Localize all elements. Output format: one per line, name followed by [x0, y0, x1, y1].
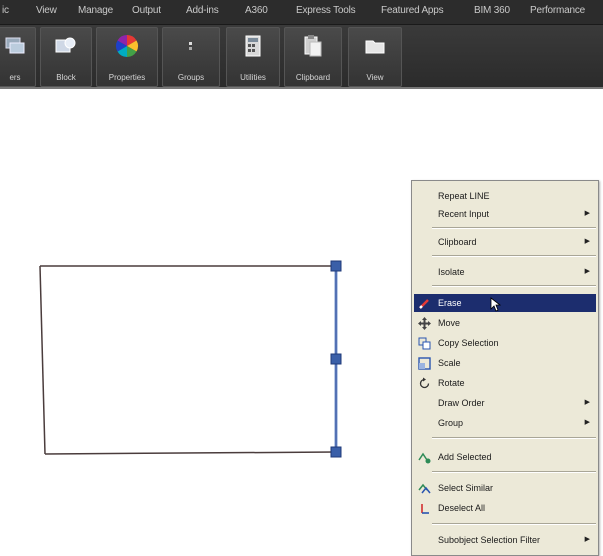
- select-similar-icon: [418, 483, 431, 494]
- tab-performance[interactable]: Performance: [530, 5, 585, 16]
- menu-item-label: Erase: [438, 298, 462, 308]
- deselect-icon: [421, 504, 429, 514]
- menu-item-label: Clipboard: [438, 237, 477, 247]
- tab-featured-apps[interactable]: Featured Apps: [381, 5, 444, 16]
- block-label: Block: [56, 73, 76, 82]
- menu-separator: [432, 437, 596, 439]
- grip-endpoint-bottom[interactable]: [330, 446, 342, 458]
- menu-item-deselect-all[interactable]: Deselect All: [414, 499, 596, 517]
- menu-item-recent-input[interactable]: Recent Input ▶: [414, 205, 596, 223]
- ribbon-tab-bar: ic View Manage Output Add-ins A360 Expre…: [0, 0, 603, 25]
- bottom-line[interactable]: [44, 451, 337, 455]
- menu-item-label: Isolate: [438, 267, 465, 277]
- copy-icon: [418, 337, 431, 350]
- tab-express-tools[interactable]: Express Tools: [296, 5, 356, 16]
- menu-item-add-selected[interactable]: Add Selected: [414, 448, 596, 466]
- groups-icon: [189, 42, 192, 50]
- tab-output[interactable]: Output: [132, 5, 161, 16]
- menu-item-label: Repeat LINE: [438, 191, 490, 201]
- menu-item-move[interactable]: Move: [414, 314, 596, 332]
- tab-manage[interactable]: Manage: [78, 5, 113, 16]
- layers-icon: [5, 37, 25, 54]
- mouse-cursor-icon: [490, 297, 501, 312]
- scale-icon: [418, 357, 431, 370]
- clipboard-button[interactable]: Clipboard: [284, 27, 342, 87]
- eraser-icon: [419, 299, 429, 309]
- tab-add-ins[interactable]: Add-ins: [186, 5, 219, 16]
- clipboard-icon: [304, 35, 322, 57]
- grip-endpoint-top[interactable]: [330, 260, 342, 272]
- menu-item-draw-order[interactable]: Draw Order ▶: [414, 394, 596, 412]
- menu-item-select-similar[interactable]: Select Similar: [414, 479, 596, 497]
- tab-a360[interactable]: A360: [245, 5, 268, 16]
- tab-view[interactable]: View: [36, 5, 57, 16]
- menu-item-label: Add Selected: [438, 452, 492, 462]
- view-label: View: [366, 73, 384, 82]
- groups-button[interactable]: Groups: [162, 27, 220, 87]
- menu-item-label: Copy Selection: [438, 338, 499, 348]
- left-line[interactable]: [39, 265, 46, 455]
- menu-item-scale[interactable]: Scale: [414, 354, 596, 372]
- block-button[interactable]: Block: [40, 27, 92, 87]
- menu-item-label: Deselect All: [438, 503, 486, 513]
- tab-bim-360[interactable]: BIM 360: [474, 5, 510, 16]
- move-icon: [418, 317, 431, 330]
- view-button[interactable]: View: [348, 27, 402, 87]
- menu-item-label: Draw Order: [438, 398, 485, 408]
- menu-item-label: Subobject Selection Filter: [438, 535, 541, 545]
- utilities-label: Utilities: [240, 73, 266, 82]
- grip-midpoint[interactable]: [330, 353, 342, 365]
- tab-ic[interactable]: ic: [2, 5, 9, 16]
- ribbon-panel: ers Block Properties Groups Utilities Cl…: [0, 25, 603, 89]
- properties-label: Properties: [108, 73, 146, 82]
- menu-item-erase[interactable]: Erase: [414, 294, 596, 312]
- menu-item-group[interactable]: Group ▶: [414, 414, 596, 432]
- menu-item-clipboard[interactable]: Clipboard ▶: [414, 233, 596, 251]
- menu-separator: [432, 523, 596, 525]
- submenu-arrow-icon: ▶: [584, 399, 590, 406]
- menu-item-rotate[interactable]: Rotate: [414, 374, 596, 392]
- submenu-arrow-icon: ▶: [584, 419, 590, 426]
- properties-color-wheel-icon: [116, 35, 138, 57]
- layers-button[interactable]: ers: [0, 27, 36, 87]
- submenu-arrow-icon: ▶: [584, 268, 590, 275]
- layers-label: ers: [9, 73, 21, 82]
- submenu-arrow-icon: ▶: [584, 238, 590, 245]
- menu-separator: [432, 227, 596, 229]
- menu-item-label: Rotate: [438, 378, 465, 388]
- menu-separator: [432, 285, 596, 287]
- groups-label: Groups: [177, 73, 205, 82]
- menu-item-isolate[interactable]: Isolate ▶: [414, 263, 596, 281]
- context-menu: Repeat LINE Recent Input ▶ Clipboard ▶ I…: [411, 180, 599, 556]
- properties-button[interactable]: Properties: [96, 27, 158, 87]
- rotate-icon: [419, 377, 430, 389]
- menu-item-label: Group: [438, 418, 464, 428]
- menu-item-label: Recent Input: [438, 209, 490, 219]
- menu-item-label: Scale: [438, 358, 461, 368]
- view-icon: [365, 40, 385, 54]
- submenu-arrow-icon: ▶: [584, 210, 590, 217]
- utilities-calculator-icon: [245, 35, 261, 57]
- menu-item-repeat-line[interactable]: Repeat LINE: [414, 187, 596, 205]
- utilities-button[interactable]: Utilities: [226, 27, 280, 87]
- menu-separator: [432, 255, 596, 257]
- menu-item-label: Select Similar: [438, 483, 494, 493]
- clipboard-label: Clipboard: [295, 73, 331, 82]
- block-icon: [55, 37, 76, 53]
- menu-item-label: Move: [438, 318, 461, 328]
- menu-item-copy-selection[interactable]: Copy Selection: [414, 334, 596, 352]
- submenu-arrow-icon: ▶: [584, 536, 590, 543]
- menu-separator: [432, 471, 596, 473]
- add-selected-icon: [418, 452, 431, 464]
- menu-item-subobject-selection-filter[interactable]: Subobject Selection Filter ▶: [414, 531, 596, 549]
